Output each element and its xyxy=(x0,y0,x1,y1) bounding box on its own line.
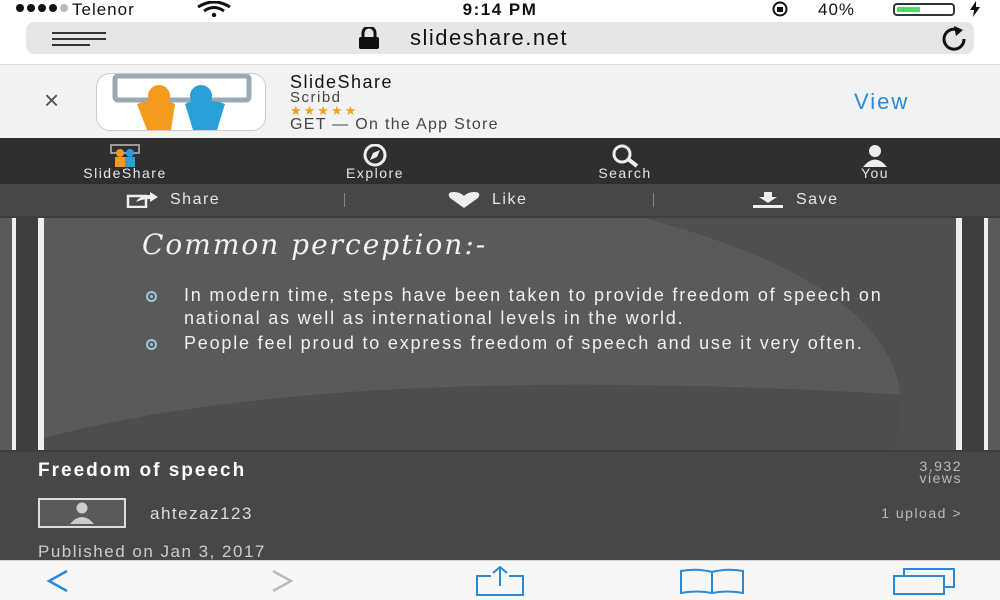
save-label: Save xyxy=(796,191,839,208)
nav-label: SlideShare xyxy=(83,165,167,181)
nav-item-explore[interactable]: Explore xyxy=(305,138,445,184)
next-slide-peek[interactable] xyxy=(984,218,1000,450)
share-icon xyxy=(126,192,158,208)
presentation-title: Freedom of speech xyxy=(38,460,247,481)
nav-item-search[interactable]: Search xyxy=(555,138,695,184)
slide-bullet-list: In modern time, steps have been taken to… xyxy=(144,284,884,357)
slide-bullet: In modern time, steps have been taken to… xyxy=(144,284,884,330)
reload-icon[interactable] xyxy=(934,26,974,52)
previous-slide-peek[interactable] xyxy=(0,218,16,450)
slide-actions-bar: Share Like Save xyxy=(0,184,1000,216)
heart-icon xyxy=(448,192,480,208)
menu-lines-icon[interactable] xyxy=(52,32,106,46)
chevron-right-icon: > xyxy=(952,505,962,521)
slide-bullet: People feel proud to express freedom of … xyxy=(144,332,884,355)
divider xyxy=(344,193,345,207)
view-in-app-store-button[interactable]: View xyxy=(854,89,909,115)
like-label: Like xyxy=(492,191,528,208)
share-page-button[interactable] xyxy=(470,561,530,600)
nav-label: Search xyxy=(598,165,652,181)
current-slide[interactable]: Common perception:- In modern time, step… xyxy=(38,218,962,450)
slide-title: Common perception:- xyxy=(142,228,488,261)
uploads-link[interactable]: 1 upload > xyxy=(760,505,962,521)
battery-icon xyxy=(893,3,955,16)
nav-item-you[interactable]: You xyxy=(805,138,945,184)
tabs-button[interactable] xyxy=(886,561,962,600)
banner-get-text: GET — On the App Store xyxy=(290,116,499,133)
orientation-lock-icon xyxy=(772,1,788,17)
user-icon xyxy=(70,502,94,524)
nav-label: You xyxy=(860,165,890,181)
smart-app-banner: × SlideShare Scribd ★★★★★ GET — On the A… xyxy=(0,64,1000,138)
charging-bolt-icon xyxy=(970,1,980,17)
bullet-icon xyxy=(146,339,157,350)
save-button[interactable]: Save xyxy=(750,184,838,216)
url-domain[interactable]: slideshare.net xyxy=(410,25,568,51)
author-username[interactable]: ahtezaz123 xyxy=(150,504,253,524)
close-banner-button[interactable]: × xyxy=(44,87,59,113)
views-label: views xyxy=(919,470,962,486)
slideshare-page: SlideShare Explore Search You Share Like… xyxy=(0,138,1000,561)
nav-item-slideshare[interactable]: SlideShare xyxy=(55,138,195,184)
published-date: Published on Jan 3, 2017 xyxy=(38,542,266,561)
tabs-icon xyxy=(893,568,955,595)
padlock-icon xyxy=(359,27,379,49)
bullet-icon xyxy=(146,291,157,302)
share-button[interactable]: Share xyxy=(126,184,220,216)
forward-icon xyxy=(272,569,294,593)
download-icon xyxy=(753,192,783,208)
bookmarks-button[interactable] xyxy=(674,561,750,600)
bookmarks-icon xyxy=(680,568,744,594)
nav-label: Explore xyxy=(346,165,404,181)
address-bar[interactable]: slideshare.net xyxy=(26,22,974,54)
author-avatar[interactable] xyxy=(38,498,126,528)
share-label: Share xyxy=(170,191,221,208)
divider xyxy=(653,193,654,207)
back-icon xyxy=(46,569,68,593)
back-button[interactable] xyxy=(30,561,86,600)
status-bar: Telenor 9:14 PM 40% xyxy=(0,0,1000,19)
slideshare-app-icon xyxy=(96,73,266,131)
battery-percent: 40% xyxy=(818,0,856,19)
presentation-info: Freedom of speech 3,932 views ahtezaz123… xyxy=(0,452,1000,561)
like-button[interactable]: Like xyxy=(446,184,527,216)
browser-address-area: slideshare.net xyxy=(0,18,1000,64)
share-icon xyxy=(476,566,524,596)
browser-toolbar xyxy=(0,560,1000,600)
slide-viewer[interactable]: Common perception:- In modern time, step… xyxy=(0,216,1000,452)
forward-button[interactable] xyxy=(254,561,310,600)
site-nav: SlideShare Explore Search You xyxy=(0,138,1000,184)
